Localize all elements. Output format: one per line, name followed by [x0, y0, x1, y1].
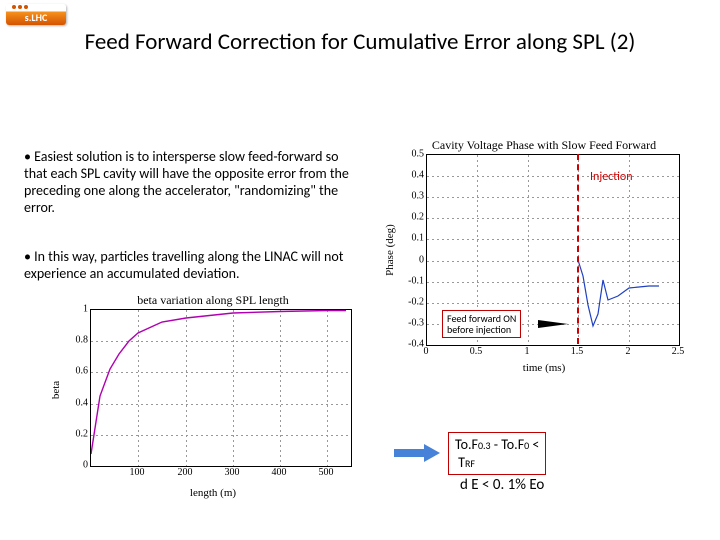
chart-beta-title: beta variation along SPL length: [62, 293, 364, 308]
feedforward-box: Feed forward ON before injection: [442, 310, 521, 338]
equation-result: d E < 0. 1% Eo: [460, 476, 544, 494]
ytick: -0.1: [408, 276, 424, 287]
xtick: 500: [319, 467, 334, 478]
arrow-right-icon: [394, 444, 440, 462]
injection-label: Injection: [590, 170, 633, 184]
xtick: 100: [130, 467, 145, 478]
chart-phase-ylabel: Phase (deg): [384, 224, 396, 276]
xtick: 0.5: [470, 346, 483, 357]
ytick: 0.4: [76, 398, 89, 409]
ytick: 0.8: [76, 335, 89, 346]
injection-line: [577, 154, 579, 344]
xtick: 2.5: [672, 346, 685, 357]
ytick: 0.3: [412, 191, 425, 202]
xtick: 400: [272, 467, 287, 478]
ytick: 0.5: [412, 149, 425, 160]
equation-box: To.F0.3 - To.F0 < TRF: [448, 432, 546, 475]
ytick: 0.1: [412, 233, 425, 244]
ff-box-line2: before injection: [447, 324, 516, 335]
ytick: -0.2: [408, 297, 424, 308]
xtick: 1: [525, 346, 530, 357]
logo-dots: [12, 5, 28, 9]
chart-beta-plotarea: [90, 309, 352, 467]
chart-phase: Cavity Voltage Phase with Slow Feed Forw…: [398, 140, 690, 360]
ytick: 0.6: [76, 366, 89, 377]
page-title: Feed Forward Correction for Cumulative E…: [0, 28, 720, 56]
ytick: -0.4: [408, 339, 424, 350]
xtick: 2: [626, 346, 631, 357]
xtick: 300: [225, 467, 240, 478]
bullet-2: • In this way, particles travelling alon…: [24, 248, 364, 282]
chart-beta: beta variation along SPL length beta len…: [62, 295, 364, 485]
ytick: 0: [83, 460, 88, 471]
bullet-1: • Easiest solution is to intersperse slo…: [24, 148, 364, 216]
xtick: 1.5: [571, 346, 584, 357]
slhc-logo: s.LHC: [6, 4, 66, 25]
chart-beta-xlabel: length (m): [62, 487, 364, 499]
ytick: 0: [419, 255, 424, 266]
chart-beta-line: [91, 310, 351, 466]
logo-text: s.LHC: [25, 11, 48, 24]
equation-line2: TRF: [455, 454, 539, 472]
feedforward-arrow-icon: [538, 320, 568, 328]
ytick: 0.4: [412, 170, 425, 181]
ytick: 0.2: [412, 212, 425, 223]
chart-phase-xlabel: time (ms): [398, 362, 690, 374]
xtick: 200: [178, 467, 193, 478]
ytick: 0.2: [76, 429, 89, 440]
xtick: 0: [424, 346, 429, 357]
ytick: 1: [83, 304, 88, 315]
ytick: -0.3: [408, 318, 424, 329]
chart-beta-ylabel: beta: [50, 381, 62, 399]
chart-phase-title: Cavity Voltage Phase with Slow Feed Forw…: [398, 138, 690, 153]
equation-line1: To.F0.3 - To.F0 <: [455, 436, 539, 454]
